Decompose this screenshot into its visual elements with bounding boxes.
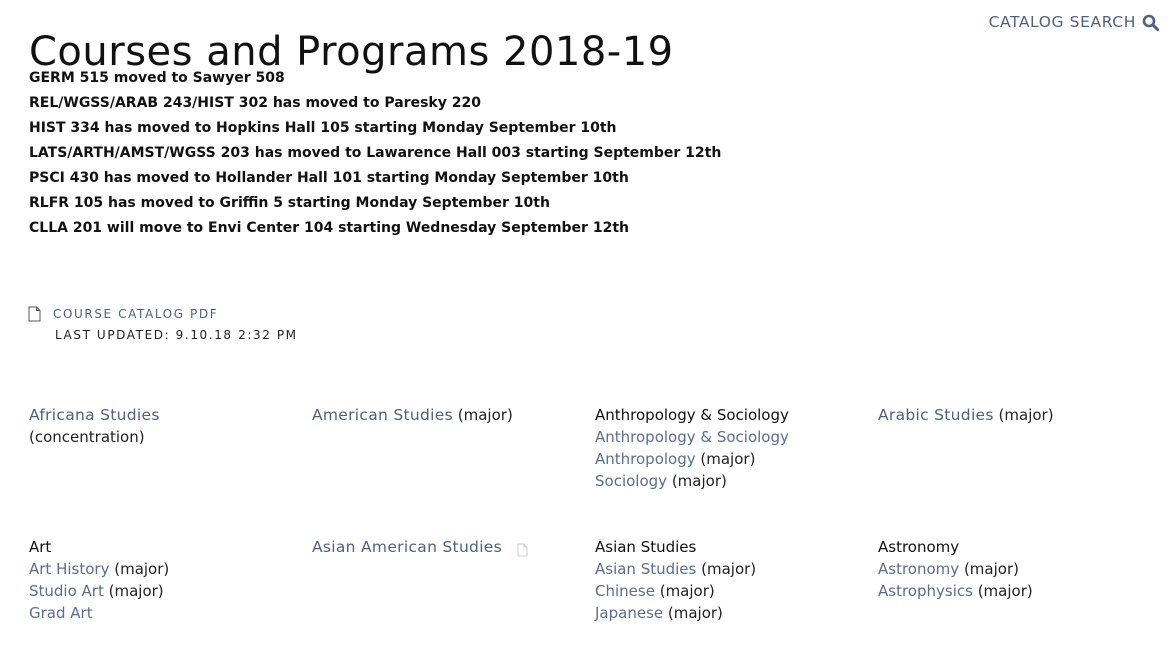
- program-heading: Asian Studies: [595, 538, 697, 556]
- program-heading: Astronomy: [878, 538, 960, 556]
- program-note: (major): [671, 472, 727, 490]
- catalog-search-button[interactable]: CATALOG SEARCH: [989, 13, 1159, 31]
- program-art: Art Art History (major) Studio Art (majo…: [29, 536, 312, 646]
- catalog-search-label[interactable]: CATALOG SEARCH: [989, 13, 1136, 31]
- list-item: Art History (major): [29, 558, 312, 580]
- astrophysics-link[interactable]: Astrophysics: [878, 582, 973, 600]
- program-asian-studies: Asian Studies Asian Studies (major) Chin…: [595, 536, 878, 646]
- program-astronomy: Astronomy Astronomy (major) Astrophysics…: [878, 536, 1161, 646]
- american-studies-link[interactable]: American Studies: [312, 406, 453, 424]
- list-item: Japanese (major): [595, 602, 878, 624]
- last-updated-text: LAST UPDATED: 9.10.18 2:32 PM: [55, 328, 298, 342]
- program-note: (major): [667, 604, 723, 622]
- list-item: Astrophysics (major): [878, 580, 1161, 602]
- arabic-studies-link[interactable]: Arabic Studies: [878, 406, 994, 424]
- chinese-link[interactable]: Chinese: [595, 582, 655, 600]
- anthropology-link[interactable]: Anthropology: [595, 450, 696, 468]
- anthropology-sociology-link[interactable]: Anthropology & Sociology: [595, 428, 789, 446]
- program-asian-american-studies: Asian American Studies: [312, 536, 595, 646]
- list-item: Grad Art: [29, 602, 312, 624]
- list-item: Asian Studies (major): [595, 558, 878, 580]
- programs-grid: Africana Studies (concentration) America…: [29, 404, 1169, 646]
- program-note: (major): [998, 406, 1054, 424]
- studio-art-link[interactable]: Studio Art: [29, 582, 104, 600]
- program-note: (major): [963, 560, 1019, 578]
- program-anthropology-sociology: Anthropology & Sociology Anthropology & …: [595, 404, 878, 514]
- room-change-notices: GERM 515 moved to Sawyer 508 REL/WGSS/AR…: [29, 66, 721, 241]
- program-heading: Art: [29, 538, 52, 556]
- list-item: Anthropology & Sociology: [595, 426, 878, 448]
- program-heading: Anthropology & Sociology: [595, 406, 789, 424]
- notice-item: RLFR 105 has moved to Griffin 5 starting…: [29, 195, 550, 211]
- program-note: (major): [114, 560, 170, 578]
- course-catalog-pdf-section: COURSE CATALOG PDF LAST UPDATED: 9.10.18…: [28, 306, 298, 342]
- asian-american-studies-link[interactable]: Asian American Studies: [312, 538, 502, 556]
- course-catalog-pdf-link[interactable]: COURSE CATALOG PDF: [53, 307, 218, 321]
- notice-item: LATS/ARTH/AMST/WGSS 203 has moved to Law…: [29, 145, 722, 161]
- program-africana-studies: Africana Studies (concentration): [29, 404, 312, 514]
- art-history-link[interactable]: Art History: [29, 560, 109, 578]
- notice-item: HIST 334 has moved to Hopkins Hall 105 s…: [29, 120, 617, 136]
- program-american-studies: American Studies (major): [312, 404, 595, 514]
- list-item: Astronomy (major): [878, 558, 1161, 580]
- sociology-link[interactable]: Sociology: [595, 472, 667, 490]
- program-note: (major): [108, 582, 164, 600]
- japanese-link[interactable]: Japanese: [595, 604, 663, 622]
- notice-item: GERM 515 moved to Sawyer 508: [29, 70, 285, 86]
- program-note: (major): [659, 582, 715, 600]
- program-note: (major): [977, 582, 1033, 600]
- program-note: (concentration): [29, 428, 145, 446]
- astronomy-link[interactable]: Astronomy: [878, 560, 959, 578]
- search-icon[interactable]: [1142, 14, 1159, 31]
- notice-item: REL/WGSS/ARAB 243/HIST 302 has moved to …: [29, 95, 481, 111]
- africana-studies-link[interactable]: Africana Studies: [29, 406, 160, 424]
- asian-studies-link[interactable]: Asian Studies: [595, 560, 696, 578]
- program-note: (major): [701, 560, 757, 578]
- program-note: (major): [700, 450, 756, 468]
- program-note: (major): [457, 406, 513, 424]
- list-item: Sociology (major): [595, 470, 878, 492]
- list-item: Studio Art (major): [29, 580, 312, 602]
- grad-art-link[interactable]: Grad Art: [29, 604, 93, 622]
- list-item: Anthropology (major): [595, 448, 878, 470]
- document-icon[interactable]: [28, 306, 41, 322]
- list-item: Chinese (major): [595, 580, 878, 602]
- document-icon[interactable]: [517, 541, 528, 556]
- notice-item: PSCI 430 has moved to Hollander Hall 101…: [29, 170, 629, 186]
- notice-item: CLLA 201 will move to Envi Center 104 st…: [29, 220, 629, 236]
- program-arabic-studies: Arabic Studies (major): [878, 404, 1161, 514]
